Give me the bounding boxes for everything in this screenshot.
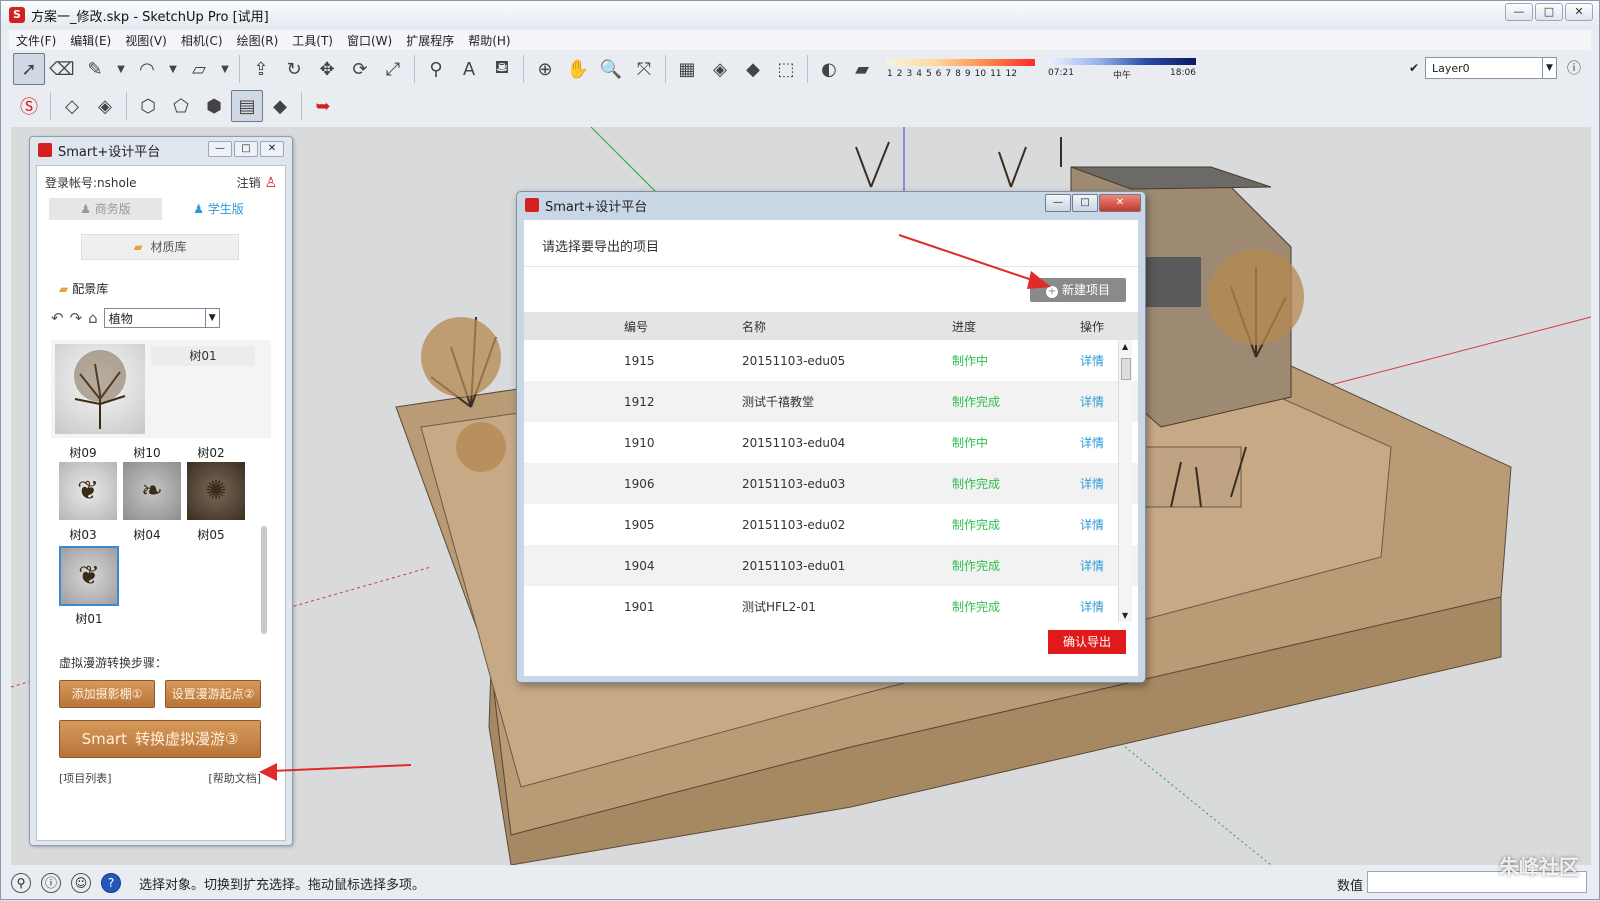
red-arrow-convert (270, 764, 412, 772)
credits-icon[interactable]: ⓘ (41, 873, 61, 893)
red-arrow-new-project (898, 234, 1042, 284)
status-bar: ⚲ ⓘ ☺ ? 选择对象。切换到扩充选择。拖动鼠标选择多项。 数值 (1, 867, 1599, 899)
watermark-logo: 朱峰社区 (1499, 855, 1579, 879)
annotation-arrows (259, 234, 1051, 781)
status-message: 选择对象。切换到扩充选择。拖动鼠标选择多项。 (139, 877, 426, 893)
user-account-icon[interactable]: ☺ (71, 873, 91, 893)
geo-location-icon[interactable]: ⚲ (11, 873, 31, 893)
measurements-label: 数值 (1336, 879, 1363, 894)
arrow-head-icon (1027, 271, 1051, 289)
arrow-head-icon (259, 763, 277, 781)
sketchup-window: S 方案一_修改.skp - SketchUp Pro [试用] — □ ✕ 文… (0, 0, 1600, 900)
help-icon[interactable]: ? (101, 873, 121, 893)
